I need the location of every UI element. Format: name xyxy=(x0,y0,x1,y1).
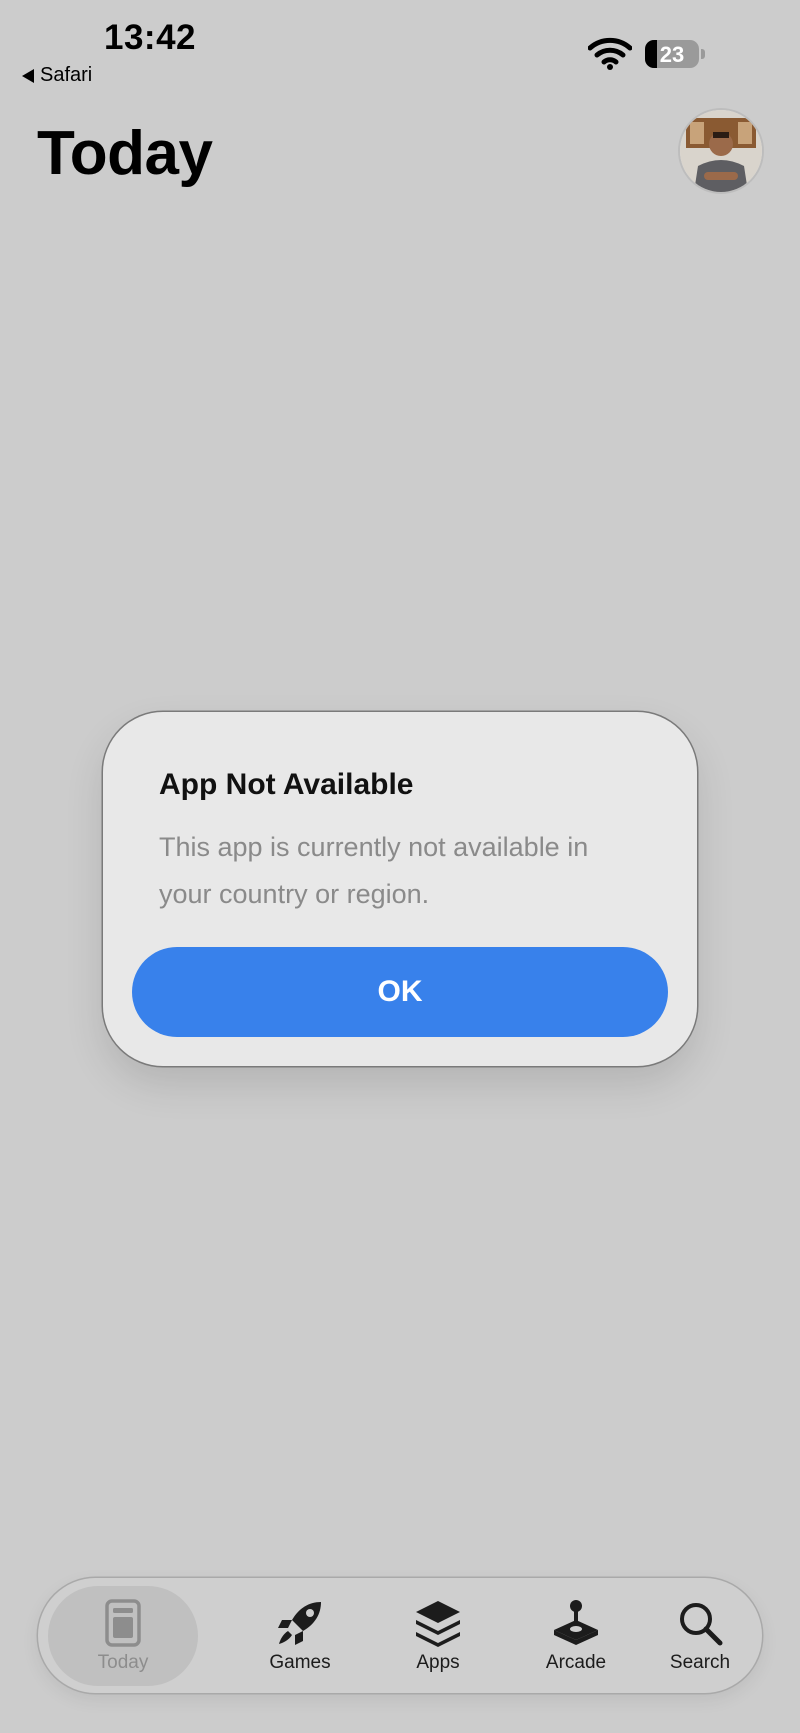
alert-title: App Not Available xyxy=(159,768,414,801)
joystick-icon xyxy=(554,1600,598,1645)
battery-tip xyxy=(701,49,705,59)
back-to-app-button[interactable]: Safari xyxy=(22,64,92,87)
alert-message: This app is currently not available in y… xyxy=(159,832,589,909)
tab-arcade-label: Arcade xyxy=(545,1652,607,1673)
tab-bar: Today Games Apps Arcade Search xyxy=(38,1578,762,1693)
rocket-icon xyxy=(278,1602,321,1645)
battery-icon: 23 xyxy=(645,40,699,68)
search-icon xyxy=(680,1603,723,1646)
tab-today-label: Today xyxy=(97,1652,149,1673)
page-title: Today xyxy=(37,119,213,188)
tab-search-label: Search xyxy=(669,1652,731,1673)
tab-today[interactable]: Today xyxy=(48,1586,198,1686)
tab-apps-label: Apps xyxy=(416,1652,460,1673)
app-store-screen: 13:42 Safari 23 Today App Not Available … xyxy=(0,0,800,1733)
tab-apps[interactable]: Apps xyxy=(369,1578,507,1693)
status-time: 13:42 xyxy=(104,18,197,57)
battery-level: 23 xyxy=(659,42,685,67)
layers-icon xyxy=(416,1601,460,1647)
ok-button[interactable]: OK xyxy=(132,947,668,1037)
back-triangle-icon xyxy=(22,68,34,83)
today-icon xyxy=(105,1599,141,1647)
tab-search[interactable]: Search xyxy=(645,1578,755,1693)
wifi-icon xyxy=(588,37,632,70)
back-app-label: Safari xyxy=(40,64,93,86)
tab-games[interactable]: Games xyxy=(231,1578,369,1693)
avatar-photo xyxy=(680,110,762,192)
tab-games-label: Games xyxy=(269,1652,331,1673)
account-avatar[interactable] xyxy=(680,110,762,192)
tab-arcade[interactable]: Arcade xyxy=(507,1578,645,1693)
alert-dialog: App Not Available This app is currently … xyxy=(103,712,697,1066)
